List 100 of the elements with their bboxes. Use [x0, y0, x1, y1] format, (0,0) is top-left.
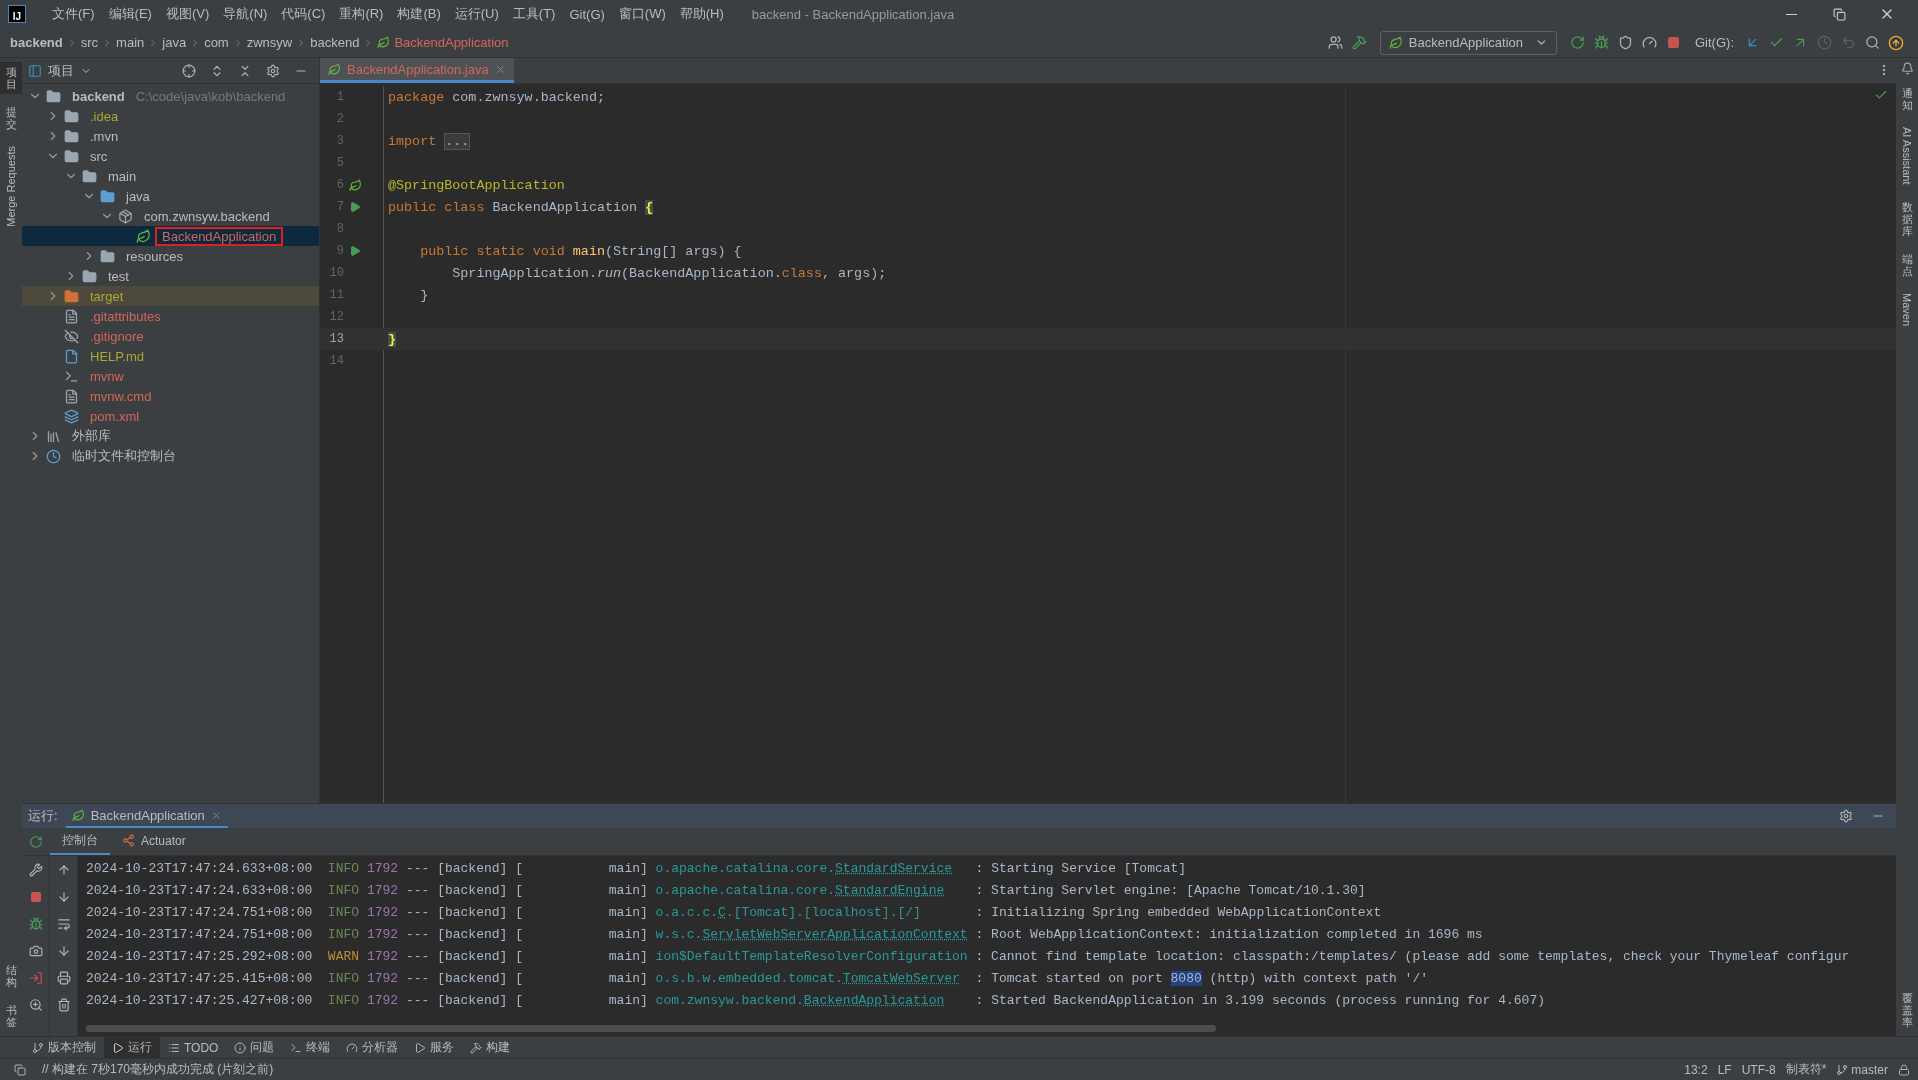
bell-icon[interactable] — [1900, 62, 1914, 75]
tree-item[interactable]: 外部库 — [70, 427, 113, 445]
menu-item[interactable]: Git(G) — [563, 4, 611, 24]
tool-window-button[interactable]: 覆盖率 — [1896, 987, 1918, 1032]
log-line: 2024-10-23T17:47:24.633+08:00 INFO 1792 --- [backend] [ main] o.apache.catalina.core.StandardService : Starting Service [Tomcat] — [86, 860, 1188, 878]
log-line: 2024-10-23T17:47:24.751+08:00 INFO 1792 --- [backend] [ main] w.s.c.ServletWebServerApplicationContext : Root WebApplicationContext: initialization completed in 1696 ms — [86, 926, 1484, 944]
menu-item[interactable]: 导航(N) — [217, 3, 274, 25]
run-configuration-dropdown[interactable]: BackendApplication — [1379, 30, 1557, 55]
gauge-icon — [346, 1041, 359, 1054]
breadcrumb[interactable]: zwnsyw — [246, 35, 293, 50]
tree-item[interactable]: target — [88, 288, 126, 304]
code-line: package com.zwnsyw.backend; — [387, 89, 605, 105]
code-line: import ... — [387, 133, 471, 149]
line-number: 10 — [328, 266, 344, 280]
status-item[interactable]: LF — [1717, 1062, 1732, 1077]
tool-window-button[interactable]: 通知 — [1896, 83, 1918, 116]
line-number: 11 — [328, 288, 344, 302]
tree-item[interactable]: src — [88, 148, 110, 164]
breadcrumb[interactable]: main — [116, 35, 145, 50]
branch-icon — [32, 1041, 44, 1054]
tree-item[interactable]: HELP.md — [88, 348, 146, 364]
project-view-dropdown[interactable]: 项目 — [28, 61, 92, 80]
line-number: 12 — [328, 310, 344, 324]
menu-item[interactable]: 窗口(W) — [612, 3, 672, 25]
breadcrumb[interactable]: backend — [10, 35, 63, 50]
menu-item[interactable]: 工具(T) — [506, 3, 562, 25]
path-hint: C:\code\java\kob\backend — [135, 88, 286, 104]
tool-window-tab[interactable]: 分析器 — [338, 1037, 407, 1058]
tool-window-tab[interactable]: 构建 — [462, 1037, 519, 1058]
code-line: } — [419, 287, 429, 303]
tree-item[interactable]: .gitignore — [88, 328, 146, 344]
close-icon — [494, 63, 506, 75]
console-tab[interactable]: Actuator — [110, 828, 198, 855]
tool-window-button[interactable]: 数据库 — [1896, 196, 1918, 241]
tool-window-tab[interactable]: 服务 — [406, 1037, 463, 1058]
breadcrumb[interactable]: com — [204, 35, 229, 50]
log-line: 2024-10-23T17:47:25.415+08:00 INFO 1792 --- [backend] [ main] o.s.b.w.embedded.tomcat.TomcatWebServer : Tomcat started on port 8080 (http) with context path '/' — [86, 970, 1430, 988]
tree-item[interactable]: test — [106, 268, 131, 284]
tool-window-tab[interactable]: 问题 — [226, 1037, 283, 1058]
status-item[interactable]: 制表符* — [1785, 1061, 1827, 1078]
tool-window-button[interactable]: 书签 — [0, 999, 22, 1032]
tool-window-button[interactable]: 提交 — [0, 102, 22, 135]
hammer-icon — [470, 1041, 483, 1054]
tree-item[interactable]: backend — [70, 88, 127, 104]
info-icon — [234, 1041, 247, 1054]
leaf-icon[interactable] — [348, 178, 362, 192]
tool-window-button[interactable]: AI Assistant — [1896, 123, 1918, 189]
leaf-icon — [328, 62, 341, 76]
tool-window-button[interactable]: 项目 — [0, 62, 22, 95]
run-icon[interactable] — [349, 201, 361, 213]
menu-item[interactable]: 代码(C) — [275, 3, 332, 25]
check-icon — [1874, 88, 1888, 102]
run-icon[interactable] — [349, 245, 361, 257]
menu-item[interactable]: 帮助(H) — [673, 3, 730, 25]
tree-item[interactable]: 临时文件和控制台 — [70, 447, 178, 465]
tree-item[interactable]: .gitattributes — [88, 308, 163, 324]
menu-item[interactable]: 编辑(E) — [102, 3, 158, 25]
tool-window-button[interactable]: Merge Requests — [0, 142, 22, 232]
scrollbar[interactable] — [86, 1025, 1216, 1032]
tree-item[interactable]: com.zwnsyw.backend — [142, 208, 272, 224]
breadcrumb[interactable]: java — [162, 35, 187, 50]
list-icon — [168, 1041, 180, 1054]
tree-item[interactable]: main — [106, 168, 139, 184]
breadcrumb[interactable]: backend — [310, 35, 360, 50]
tree-item[interactable]: resources — [124, 248, 186, 264]
restore-icon — [1832, 7, 1846, 21]
app-logo: IJ — [8, 5, 26, 23]
menu-item[interactable]: 运行(U) — [448, 3, 505, 25]
code-line: public static void main(String[] args) { — [419, 243, 742, 259]
menu-item[interactable]: 文件(F) — [46, 3, 101, 25]
tool-window-tab[interactable]: 终端 — [282, 1037, 339, 1058]
tool-window-tab[interactable]: 运行 — [104, 1037, 160, 1058]
play-icon — [414, 1041, 427, 1054]
breadcrumb[interactable]: BackendApplication — [377, 35, 509, 50]
breadcrumb[interactable]: src — [80, 35, 99, 50]
tree-item[interactable]: java — [124, 188, 152, 204]
tool-window-button[interactable]: 结构 — [0, 959, 22, 992]
run-panel-label: 运行: — [28, 807, 58, 825]
leaf-icon — [71, 808, 85, 822]
tool-window-button[interactable]: 端点 — [1896, 248, 1918, 282]
menu-item[interactable]: 重构(R) — [333, 3, 390, 25]
log-line: 2024-10-23T17:47:24.633+08:00 INFO 1792 --- [backend] [ main] o.apache.catalina.core.StandardEngine : Starting Servlet engine: [Apache Tomcat/10.1.30] — [86, 882, 1367, 900]
tree-item[interactable]: mvnw — [88, 368, 126, 384]
tree-item[interactable]: mvnw.cmd — [88, 388, 154, 404]
status-item[interactable]: 13:2 — [1684, 1062, 1708, 1077]
log-line: 2024-10-23T17:47:25.427+08:00 INFO 1792 --- [backend] [ main] com.zwnsyw.backend.BackendApplication : Started BackendApplication in 3.199 seconds (process running for 4.607) — [86, 992, 1546, 1010]
tool-window-button[interactable]: Maven — [1896, 289, 1918, 331]
code-line: @SpringBootApplication — [387, 177, 565, 193]
git-branch[interactable]: master — [1836, 1062, 1888, 1077]
menu-item[interactable]: 构建(B) — [391, 3, 447, 25]
menu-item[interactable]: 视图(V) — [159, 3, 216, 25]
lock-icon[interactable] — [1898, 1063, 1910, 1076]
tree-item[interactable]: .mvn — [88, 128, 121, 144]
status-item[interactable]: UTF-8 — [1741, 1062, 1776, 1077]
leaf-icon — [1388, 35, 1403, 50]
tool-window-tab[interactable]: 版本控制 — [24, 1037, 104, 1058]
tree-item[interactable]: .idea — [88, 108, 121, 124]
log-line: 2024-10-23T17:47:25.292+08:00 WARN 1792 --- [backend] [ main] ion$DefaultTemplateResolverConfiguration : Cannot find template location: classpath:/templates/ (please add some templates, check your Thymeleaf configur — [86, 948, 1851, 966]
tool-window-tab[interactable]: TODO — [160, 1037, 227, 1058]
tree-item[interactable]: pom.xml — [88, 408, 142, 424]
